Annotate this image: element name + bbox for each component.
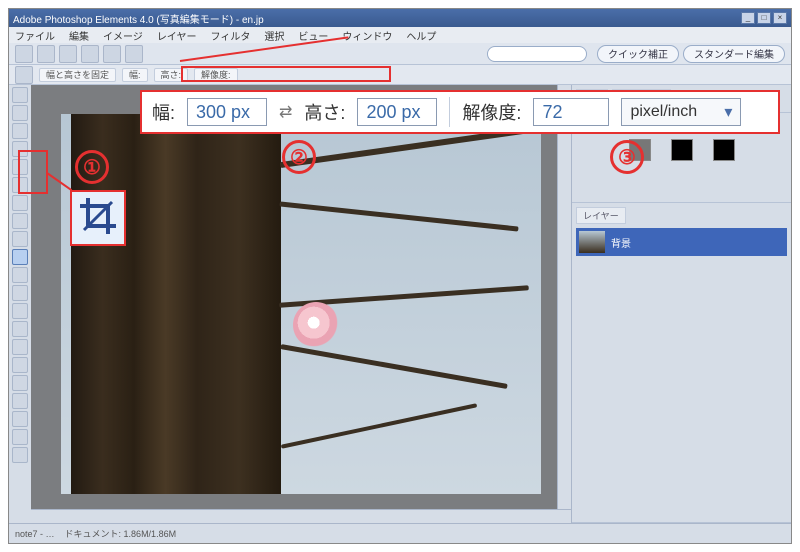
- open-icon[interactable]: [37, 45, 55, 63]
- tab-layers[interactable]: レイヤー: [576, 207, 626, 224]
- menu-help[interactable]: ヘルプ: [406, 28, 436, 43]
- unit-value: pixel/inch: [630, 103, 697, 121]
- options-highlight: [181, 66, 391, 82]
- maximize-button[interactable]: □: [757, 12, 771, 24]
- hand-tool[interactable]: [12, 123, 28, 139]
- clone-tool[interactable]: [12, 321, 28, 337]
- workspace: 操作 ヒストリー レイヤー 背景: [9, 85, 791, 523]
- layer-row[interactable]: 背景: [576, 228, 787, 256]
- separator: [449, 97, 450, 127]
- save-icon[interactable]: [59, 45, 77, 63]
- resolution-input[interactable]: [533, 98, 609, 126]
- shape-tool[interactable]: [12, 411, 28, 427]
- type-tool[interactable]: [12, 231, 28, 247]
- resolution-unit-select[interactable]: pixel/inch ▾: [621, 98, 741, 126]
- eraser-tool[interactable]: [12, 339, 28, 355]
- shortcut-bar: クイック補正 スタンダード編集: [9, 43, 791, 65]
- paint-bucket-tool[interactable]: [12, 375, 28, 391]
- layer-thumbnail: [579, 231, 605, 253]
- canvas-area[interactable]: [31, 85, 571, 523]
- photo-flower: [293, 302, 339, 348]
- swatch-background[interactable]: [713, 139, 735, 161]
- crop-tool-enlarged: [70, 190, 126, 246]
- image-canvas[interactable]: [61, 114, 541, 494]
- panel-layers: レイヤー 背景: [572, 203, 791, 523]
- window-buttons: _ □ ×: [741, 12, 787, 24]
- toolbox: [9, 85, 31, 523]
- window-title: Adobe Photoshop Elements 4.0 (写真編集モード) -…: [13, 11, 741, 26]
- undo-icon[interactable]: [103, 45, 121, 63]
- close-button[interactable]: ×: [773, 12, 787, 24]
- menu-image[interactable]: イメージ: [103, 28, 143, 43]
- app-window: Adobe Photoshop Elements 4.0 (写真編集モード) -…: [8, 8, 792, 544]
- chevron-down-icon: ▾: [724, 102, 732, 122]
- width-label: 幅:: [152, 99, 175, 125]
- crop-tool-icon-small[interactable]: [15, 66, 33, 84]
- lasso-tool[interactable]: [12, 177, 28, 193]
- standard-label: スタンダード編集: [694, 46, 774, 61]
- print-icon[interactable]: [81, 45, 99, 63]
- menu-file[interactable]: ファイル: [15, 28, 55, 43]
- titlebar[interactable]: Adobe Photoshop Elements 4.0 (写真編集モード) -…: [9, 9, 791, 27]
- status-bar: note7 - … ドキュメント: 1.86M/1.86M: [9, 523, 791, 543]
- eyedropper-tool[interactable]: [12, 141, 28, 157]
- width-input[interactable]: [187, 98, 267, 126]
- cookie-cutter-tool[interactable]: [12, 267, 28, 283]
- selection-brush-tool[interactable]: [12, 213, 28, 229]
- width-mini[interactable]: 幅:: [122, 68, 148, 82]
- menu-filter[interactable]: フィルタ: [211, 28, 251, 43]
- resolution-label: 解像度:: [462, 99, 521, 125]
- crop-options-zoom: 幅: ⇄ 高さ: 解像度: pixel/inch ▾: [140, 90, 780, 134]
- menu-select[interactable]: 選択: [264, 28, 284, 43]
- layer-name: 背景: [611, 235, 631, 250]
- swatch-foreground[interactable]: [629, 139, 651, 161]
- standard-edit-button[interactable]: スタンダード編集: [683, 45, 785, 63]
- canvas-scrollbar-vertical[interactable]: [557, 85, 571, 509]
- blur-tool[interactable]: [12, 429, 28, 445]
- keyword-search[interactable]: [487, 46, 587, 62]
- new-icon[interactable]: [15, 45, 33, 63]
- swap-icon[interactable]: ⇄: [279, 102, 292, 122]
- swatch-mid[interactable]: [671, 139, 693, 161]
- healing-tool[interactable]: [12, 303, 28, 319]
- menu-edit[interactable]: 編集: [69, 28, 89, 43]
- minimize-button[interactable]: _: [741, 12, 755, 24]
- menu-layer[interactable]: レイヤー: [157, 28, 197, 43]
- zoom-tool[interactable]: [12, 105, 28, 121]
- status-docsize: ドキュメント: 1.86M/1.86M: [65, 529, 177, 539]
- marquee-tool[interactable]: [12, 159, 28, 175]
- status-file: note7 - …: [15, 529, 55, 539]
- crop-icon: [78, 196, 118, 241]
- quickfix-button[interactable]: クイック補正: [597, 45, 679, 63]
- height-label: 高さ:: [304, 99, 345, 125]
- brush-tool[interactable]: [12, 357, 28, 373]
- aspect-label[interactable]: 幅と高さを固定: [39, 68, 116, 82]
- crop-tool[interactable]: [12, 249, 28, 265]
- sponge-tool[interactable]: [12, 447, 28, 463]
- photo-tree-trunk: [71, 114, 281, 494]
- menu-bar: ファイル 編集 イメージ レイヤー フィルタ 選択 ビュー ウィンドウ ヘルプ: [9, 27, 791, 43]
- redo-icon[interactable]: [125, 45, 143, 63]
- height-input[interactable]: [357, 98, 437, 126]
- redeye-tool[interactable]: [12, 285, 28, 301]
- tool-options-bar: 幅と高さを固定 幅: 高さ: 解像度:: [9, 65, 791, 85]
- menu-window[interactable]: ウィンドウ: [342, 28, 392, 43]
- move-tool[interactable]: [12, 87, 28, 103]
- panel-dock: 操作 ヒストリー レイヤー 背景: [571, 85, 791, 523]
- quickfix-label: クイック補正: [608, 46, 668, 61]
- magic-wand-tool[interactable]: [12, 195, 28, 211]
- canvas-scrollbar-horizontal[interactable]: [31, 509, 571, 523]
- gradient-tool[interactable]: [12, 393, 28, 409]
